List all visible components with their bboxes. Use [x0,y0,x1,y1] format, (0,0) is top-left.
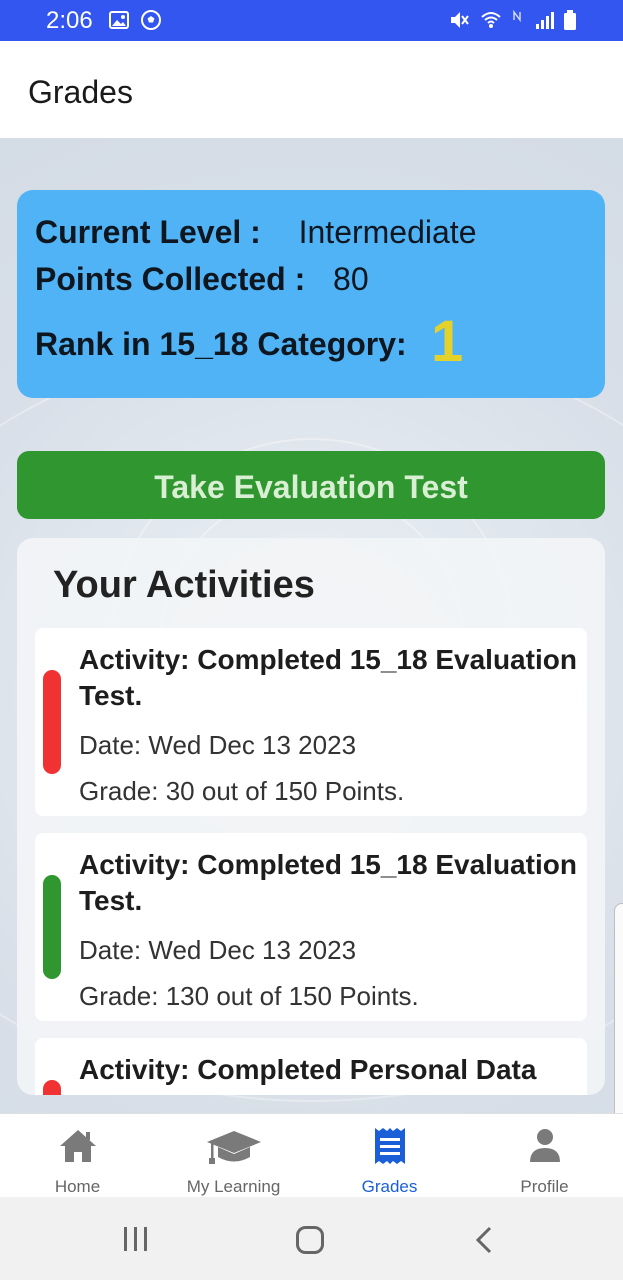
activity-title: Activity: Completed 15_18 Evaluation Tes… [79,644,577,711]
current-level-value: Intermediate [298,214,477,250]
take-evaluation-test-button[interactable]: Take Evaluation Test [17,451,605,519]
edge-panel-handle[interactable] [614,903,623,1141]
soccer-ball-icon [140,9,162,36]
nav-label-grades: Grades [361,1177,418,1196]
home-button-icon[interactable] [295,1225,325,1255]
activity-title: Activity: Completed 15_18 Evaluation Tes… [79,849,577,916]
points-label: Points Collected : [35,261,306,297]
system-navigation-bar [0,1197,623,1280]
app-bar: Grades [0,41,623,139]
back-icon[interactable] [474,1226,494,1254]
points-row: Points Collected : 80 [35,261,369,298]
nav-item-my-learning[interactable]: My Learning [156,1114,311,1198]
activity-indicator [43,670,61,774]
status-bar: 2:06 [0,0,623,41]
activity-card[interactable]: Activity: Completed 15_18 Evaluation Tes… [35,833,587,1021]
battery-icon [562,9,578,36]
activity-indicator [43,875,61,979]
current-level-row: Current Level : Intermediate [35,214,476,251]
bottom-navigation: Home My Learning Grades Profile [0,1113,623,1198]
rank-label: Rank in 15_18 Category: [35,326,407,362]
activity-card[interactable]: Activity: Completed 15_18 Evaluation Tes… [35,628,587,816]
nfc-icon [512,9,526,28]
activity-grade: Grade: 30 out of 150 Points. [79,776,405,806]
current-level-label: Current Level : [35,214,261,250]
home-icon [60,1130,96,1162]
main-content[interactable]: Current Level : Intermediate Points Coll… [0,138,623,1113]
recent-apps-icon[interactable] [122,1226,150,1252]
page-title: Grades [28,74,133,110]
person-icon [530,1129,560,1162]
activity-date: Date: Wed Dec 13 2023 [79,935,357,965]
activity-indicator [43,1080,61,1095]
graduation-cap-icon [207,1131,261,1164]
wifi-icon [480,9,502,36]
level-card: Current Level : Intermediate Points Coll… [17,190,605,398]
activity-card[interactable]: Activity: Completed Personal Data [35,1038,587,1095]
nav-label-profile: Profile [520,1177,569,1196]
activity-title: Activity: Completed Personal Data [79,1054,537,1085]
nav-label-home: Home [54,1177,101,1196]
receipt-icon [375,1128,405,1164]
activity-grade: Grade: 130 out of 150 Points. [79,981,419,1011]
status-time: 2:06 [46,7,93,34]
signal-icon [534,9,556,36]
mute-icon [448,9,470,36]
nav-label-my-learning: My Learning [186,1177,281,1196]
activities-heading: Your Activities [53,564,315,606]
rank-value: 1 [431,309,464,374]
nav-item-profile[interactable]: Profile [467,1114,622,1198]
points-value: 80 [333,261,369,297]
nav-item-grades[interactable]: Grades [312,1114,467,1198]
activity-date: Date: Wed Dec 13 2023 [79,730,357,760]
gallery-icon [108,9,130,36]
nav-item-home[interactable]: Home [0,1114,155,1198]
activities-panel[interactable]: Your Activities Activity: Completed 15_1… [17,538,605,1095]
rank-row: Rank in 15_18 Category: [35,326,407,363]
